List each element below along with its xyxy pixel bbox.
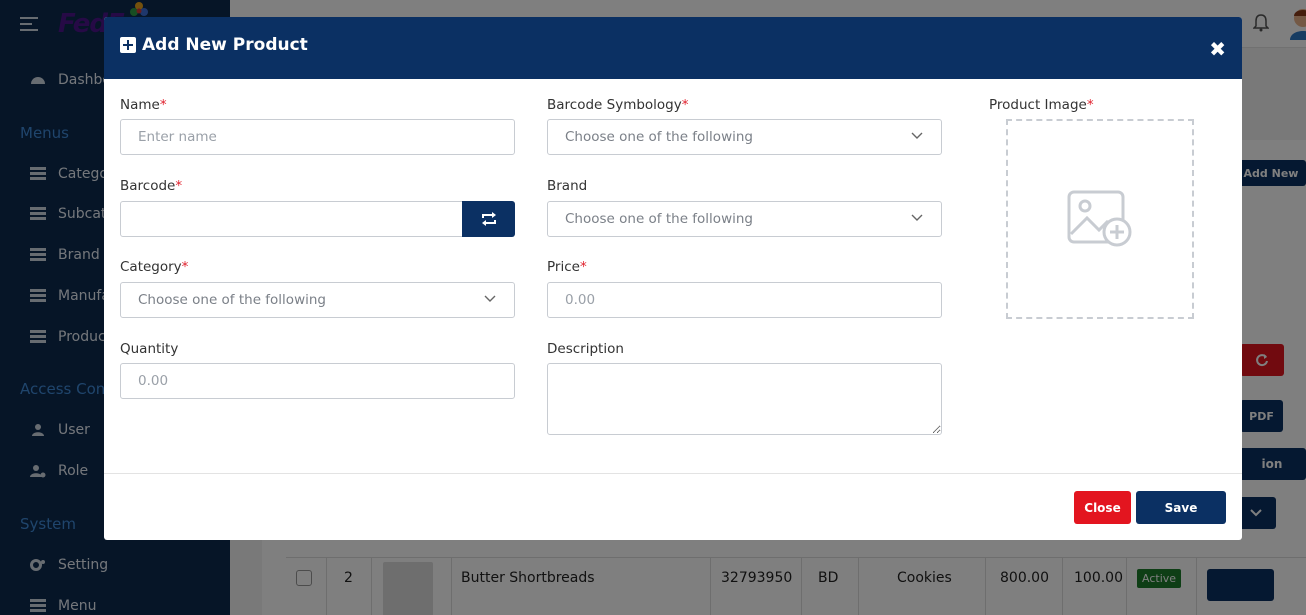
- barcode-label: Barcode*: [120, 178, 183, 194]
- category-label: Category*: [120, 259, 189, 275]
- brand-select[interactable]: Choose one of the following: [547, 201, 942, 237]
- select-value: Choose one of the following: [565, 211, 753, 227]
- add-image-icon: [1067, 190, 1132, 247]
- add-product-modal: Add New Product ✖ Name* Barcode Symbolog…: [104, 17, 1242, 540]
- quantity-input[interactable]: [120, 363, 515, 399]
- modal-header: Add New Product ✖: [104, 17, 1242, 79]
- description-label: Description: [547, 341, 624, 357]
- price-input[interactable]: [547, 282, 942, 318]
- barcode-symbology-label: Barcode Symbology*: [547, 97, 689, 113]
- generate-barcode-button[interactable]: [462, 201, 515, 237]
- select-value: Choose one of the following: [138, 292, 326, 308]
- name-input[interactable]: [120, 119, 515, 155]
- chevron-down-icon: [484, 295, 496, 302]
- chevron-down-icon: [911, 214, 923, 221]
- name-label: Name*: [120, 97, 167, 113]
- product-image-dropzone[interactable]: [1006, 119, 1194, 319]
- barcode-symbology-select[interactable]: Choose one of the following: [547, 119, 942, 155]
- plus-square-icon: [120, 37, 136, 53]
- description-textarea[interactable]: [547, 363, 942, 435]
- barcode-input[interactable]: [120, 201, 463, 237]
- save-button[interactable]: Save: [1136, 491, 1226, 524]
- product-image-label: Product Image*: [989, 97, 1094, 113]
- close-icon[interactable]: ✖: [1209, 39, 1226, 59]
- price-label: Price*: [547, 259, 587, 275]
- swap-icon: [481, 212, 496, 226]
- select-value: Choose one of the following: [565, 129, 753, 145]
- brand-label: Brand: [547, 178, 588, 194]
- close-button[interactable]: Close: [1074, 491, 1131, 524]
- modal-title: Add New Product: [142, 35, 308, 55]
- quantity-label: Quantity: [120, 341, 179, 357]
- modal-footer: Close Save: [104, 473, 1242, 540]
- category-select[interactable]: Choose one of the following: [120, 282, 515, 318]
- chevron-down-icon: [911, 132, 923, 139]
